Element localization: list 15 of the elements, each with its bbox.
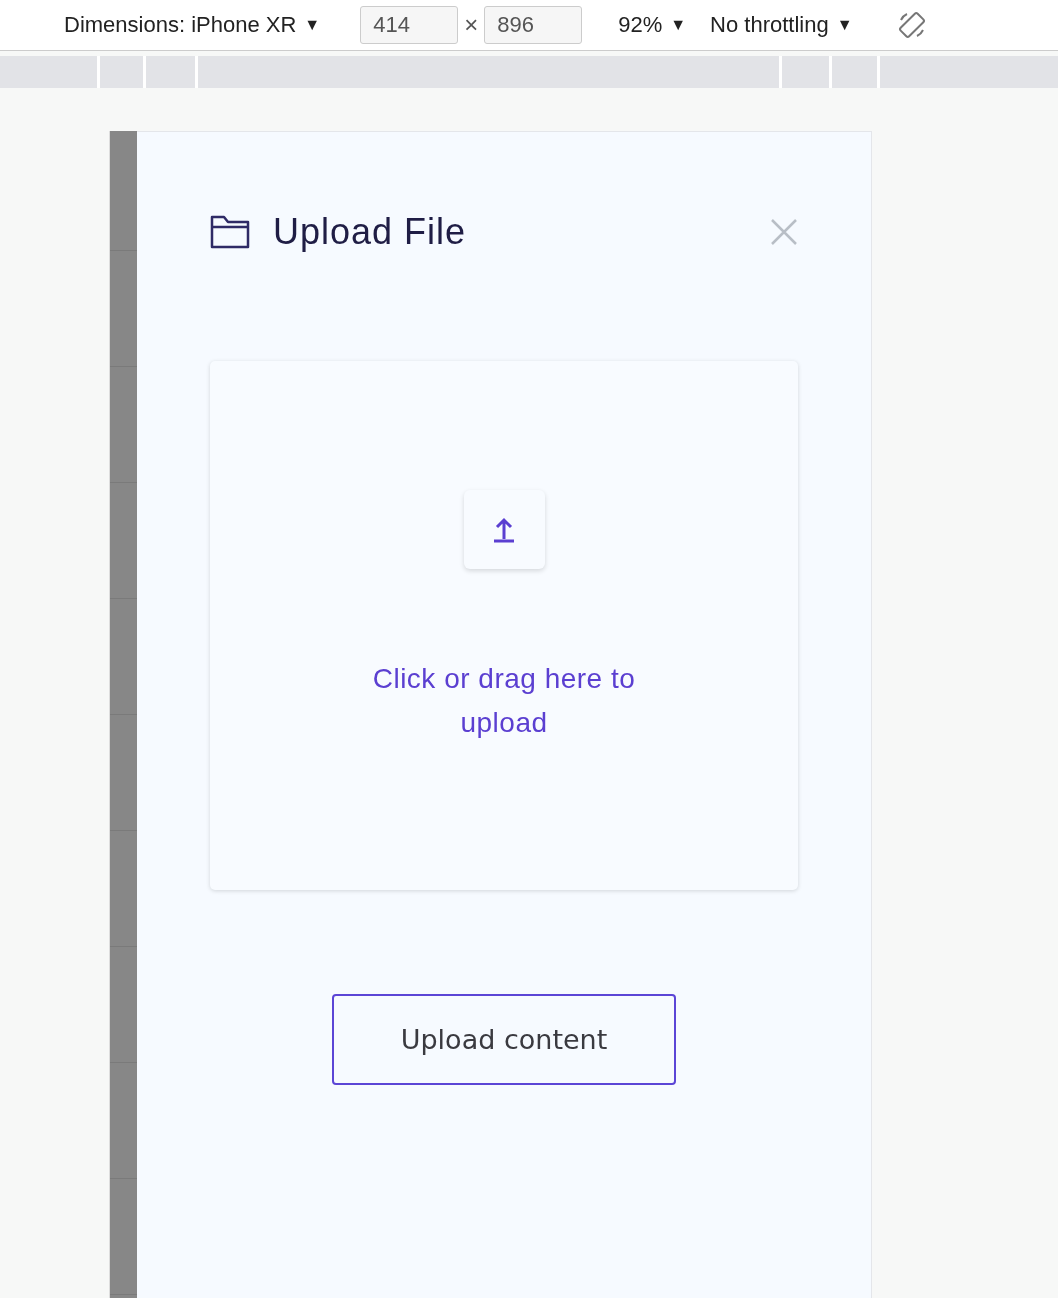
device-dropdown[interactable]: Dimensions: iPhone XR ▼ [64,12,321,38]
zoom-dropdown[interactable]: 92% ▼ [618,12,687,38]
width-field[interactable]: 414 [360,6,459,44]
drop-hint: Click or drag here to upload [371,662,637,740]
close-icon[interactable] [770,218,798,246]
throttling-dropdown[interactable]: No throttling ▼ [710,12,853,38]
height-field[interactable]: 896 [484,6,583,44]
times-sign: × [464,11,479,39]
folder-icon [210,215,250,249]
rotate-icon[interactable] [896,10,927,40]
upload-icon [493,516,515,543]
drop-zone[interactable]: Click or drag here to upload [210,361,798,890]
upload-content-button[interactable]: Upload content [332,994,676,1085]
dialog-title: Upload File [273,211,468,253]
upload-button[interactable] [463,490,545,569]
